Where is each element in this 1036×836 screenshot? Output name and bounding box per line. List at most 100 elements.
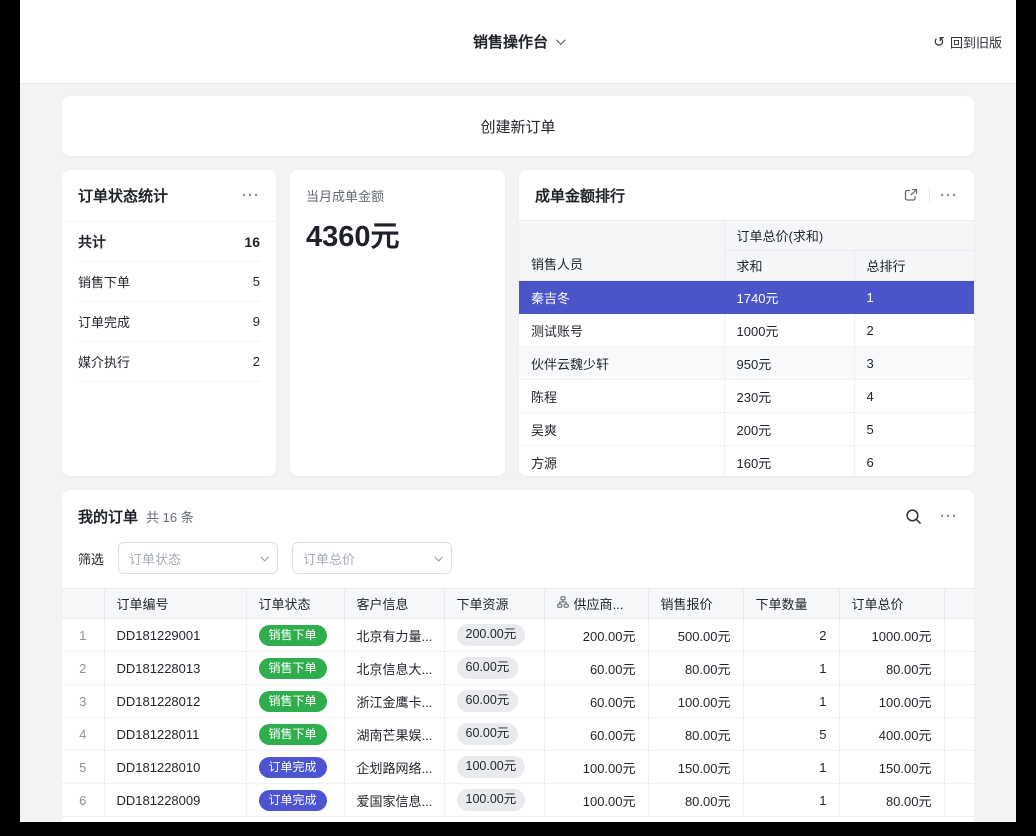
status-label: 媒介执行 [78,352,130,371]
customer: 北京信息大... [344,652,444,685]
create-order-button[interactable]: 创建新订单 [62,96,974,156]
sum-value: 1740元 [724,281,854,314]
spacer-cell [944,784,974,817]
ranking-card: 成单金额排行 ··· [519,170,974,476]
sales-quote: 80.00元 [648,718,743,751]
row-index: 6 [62,784,104,817]
row-index: 1 [62,619,104,652]
status-label: 订单完成 [78,312,130,331]
restore-icon: ↺ [933,35,945,49]
table-row[interactable]: 4 DD181228011 销售下单 湖南芒果娱... 60.00元 60.00… [62,718,974,751]
table-row[interactable]: 5 DD181228010 订单完成 企划路网络... 100.00元 100.… [62,751,974,784]
supplier-price: 100.00元 [544,784,648,817]
person-name: 测试账号 [519,314,724,347]
more-icon[interactable]: ··· [940,509,958,524]
filter-label: 筛选 [78,549,104,568]
rank-value: 3 [854,347,974,380]
row-index: 4 [62,718,104,751]
column-header-qty[interactable]: 下单数量 [743,589,839,619]
row-index: 2 [62,652,104,685]
quantity: 1 [743,784,839,817]
customer: 浙江金鹰卡... [344,685,444,718]
chevron-down-icon [556,35,566,45]
table-row[interactable]: 1 DD181229001 销售下单 北京有力量... 200.00元 200.… [62,619,974,652]
column-header-status[interactable]: 订单状态 [246,589,344,619]
table-row[interactable]: 3 DD181228012 销售下单 浙江金鹰卡... 60.00元 60.00… [62,685,974,718]
rank-value: 5 [854,413,974,446]
sales-quote: 500.00元 [648,619,743,652]
table-row[interactable]: 秦吉冬 1740元 1 [519,281,974,314]
table-row[interactable]: 测试账号 1000元 2 [519,314,974,347]
quantity: 1 [743,652,839,685]
card-header: 成单金额排行 ··· [519,170,974,220]
column-header-group: 订单总价(求和) [724,221,974,251]
order-status-filter[interactable]: 订单状态 [118,542,278,574]
table-row[interactable]: 6 DD181228009 订单完成 爱国家信息... 100.00元 100.… [62,784,974,817]
divider [929,188,930,202]
column-header-supplier[interactable]: 供应商... [544,589,648,619]
table-row[interactable]: 方源 160元 6 [519,446,974,477]
supplier-price: 60.00元 [544,652,648,685]
column-header-customer[interactable]: 客户信息 [344,589,444,619]
customer: 爱国家信息... [344,784,444,817]
table-row[interactable]: 陈程 230元 4 [519,380,974,413]
customer: 北京有力量... [344,619,444,652]
expand-icon[interactable] [903,187,919,203]
table-row[interactable]: 2 DD181228013 销售下单 北京信息大... 60.00元 60.00… [62,652,974,685]
column-header-supplier-label: 供应商... [574,594,624,613]
column-header-quote[interactable]: 销售报价 [648,589,743,619]
filter-placeholder: 订单状态 [129,549,181,568]
sum-value: 160元 [724,446,854,477]
spacer-cell [944,652,974,685]
list-item[interactable]: 销售下单 5 [78,262,260,302]
back-to-old-version-button[interactable]: ↺ 回到旧版 [933,32,1002,51]
status-value: 16 [244,234,260,250]
workspace-switcher[interactable]: 销售操作台 [473,31,563,52]
resource-tag: 60.00元 [457,690,519,712]
quantity: 1 [743,685,839,718]
table-row[interactable]: 吴爽 200元 5 [519,413,974,446]
order-status-stats-card: 订单状态统计 ··· 共计 16 销售下单 5 订单完成 9 [62,170,276,476]
list-item[interactable]: 媒介执行 2 [78,342,260,382]
list-item[interactable]: 共计 16 [78,222,260,262]
rank-value: 6 [854,446,974,477]
rank-value: 1 [854,281,974,314]
column-header-order-no[interactable]: 订单编号 [104,589,246,619]
sum-value: 230元 [724,380,854,413]
person-name: 吴爽 [519,413,724,446]
orders-count: 共 16 条 [146,507,194,526]
back-label: 回到旧版 [950,32,1002,51]
order-total-filter[interactable]: 订单总价 [292,542,452,574]
page-title: 销售操作台 [473,31,548,52]
supplier-price: 60.00元 [544,718,648,751]
sum-value: 1000元 [724,314,854,347]
more-icon[interactable]: ··· [242,188,260,203]
list-item[interactable]: 订单完成 9 [78,302,260,342]
chevron-down-icon [260,553,268,561]
table-row[interactable]: 伙伴云魏少轩 950元 3 [519,347,974,380]
top-bar: 销售操作台 ↺ 回到旧版 [20,0,1016,84]
search-icon[interactable] [905,508,922,525]
order-total: 1000.00元 [839,619,944,652]
status-badge: 销售下单 [259,691,327,712]
sum-value: 950元 [724,347,854,380]
card-header: 订单状态统计 ··· [62,170,276,222]
column-header-resource[interactable]: 下单资源 [444,589,544,619]
column-header-total[interactable]: 订单总价 [839,589,944,619]
person-name: 秦吉冬 [519,281,724,314]
resource-tag: 200.00元 [457,624,526,646]
customer: 企划路网络... [344,751,444,784]
stats-row: 订单状态统计 ··· 共计 16 销售下单 5 订单完成 9 [62,170,974,476]
customer: 湖南芒果娱... [344,718,444,751]
filter-placeholder: 订单总价 [303,549,355,568]
order-total: 80.00元 [839,652,944,685]
quantity: 1 [743,751,839,784]
status-value: 2 [253,354,260,369]
status-value: 9 [253,314,260,329]
header-row: 订单编号 订单状态 客户信息 下单资源 [62,589,974,619]
my-orders-card: 我的订单 共 16 条 ··· 筛选 订单状态 [62,490,974,822]
more-icon[interactable]: ··· [940,188,958,203]
chevron-down-icon [434,553,442,561]
resource-tag: 100.00元 [457,756,526,778]
card-title: 我的订单 [78,506,138,527]
